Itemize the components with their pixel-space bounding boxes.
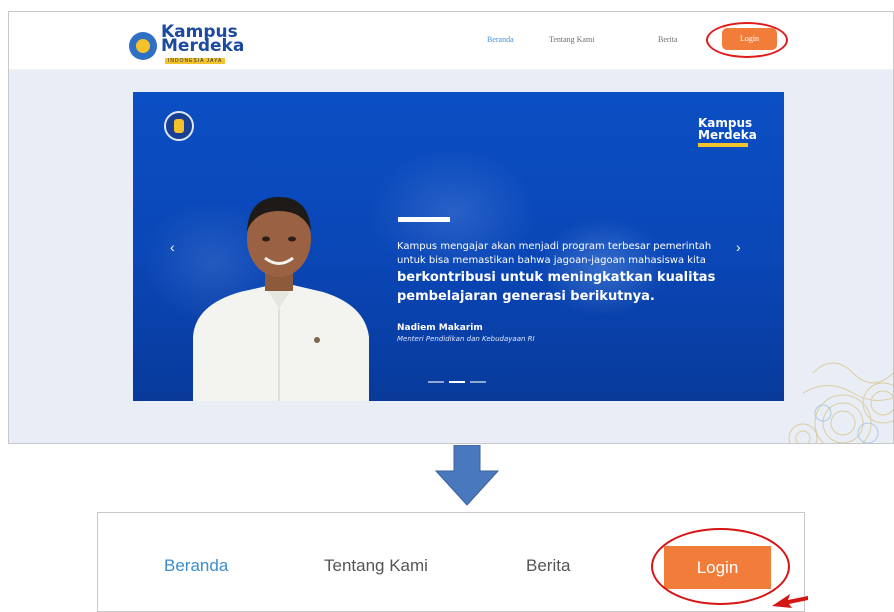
carousel-dot[interactable] [470, 381, 486, 383]
kemendikbud-emblem-icon [164, 111, 194, 141]
carousel-dot-active[interactable] [449, 381, 465, 383]
zoom-nav-link-berita[interactable]: Berita [526, 556, 570, 576]
quote-emphasis: berkontribusi untuk meningkatkan kualita… [397, 270, 716, 304]
carousel-prev-icon[interactable]: ‹ [170, 239, 175, 255]
site-header: Kampus Merdeka INDONESIA JAYA Beranda Te… [9, 12, 893, 70]
nav-link-berita[interactable]: Berita [658, 35, 678, 44]
tut-wuri-handayani-icon [129, 32, 157, 60]
quote-accent-bar [398, 217, 450, 222]
zoom-nav-link-beranda[interactable]: Beranda [164, 556, 228, 576]
quote-text: Kampus mengajar akan menjadi program ter… [397, 241, 712, 266]
zoom-nav-link-tentang-kami[interactable]: Tentang Kami [324, 556, 428, 576]
down-arrow-icon [434, 445, 500, 506]
logo-text-line2: Merdeka [161, 36, 245, 56]
website-screenshot: Kampus Merdeka INDONESIA JAYA Beranda Te… [8, 11, 894, 444]
carousel-indicators [428, 381, 488, 384]
quote-author-title: Menteri Pendidikan dan Kebudayaan RI [397, 335, 535, 343]
carousel-dot[interactable] [428, 381, 444, 383]
banner-logo-tag [698, 143, 748, 147]
banner-logo-line2: Merdeka [698, 128, 757, 142]
logo-tagline: INDONESIA JAYA [165, 58, 226, 64]
carousel-next-icon[interactable]: › [736, 239, 741, 255]
quote-author: Nadiem Makarim [397, 323, 483, 333]
batik-ornament [788, 362, 893, 443]
minister-photo [193, 197, 369, 401]
kampus-merdeka-logo[interactable]: Kampus Merdeka INDONESIA JAYA [129, 21, 259, 64]
red-pointer-arrow-icon [772, 594, 808, 608]
banner-kampus-merdeka-logo: Kampus Merdeka [698, 117, 758, 147]
banner-quote: Kampus mengajar akan menjadi program ter… [397, 240, 737, 306]
nav-link-tentang-kami[interactable]: Tentang Kami [549, 35, 594, 44]
hero-banner: Kampus Merdeka Kampus mengajar akan menj… [133, 92, 784, 401]
nav-link-beranda[interactable]: Beranda [487, 35, 514, 44]
highlight-circle [706, 22, 788, 58]
